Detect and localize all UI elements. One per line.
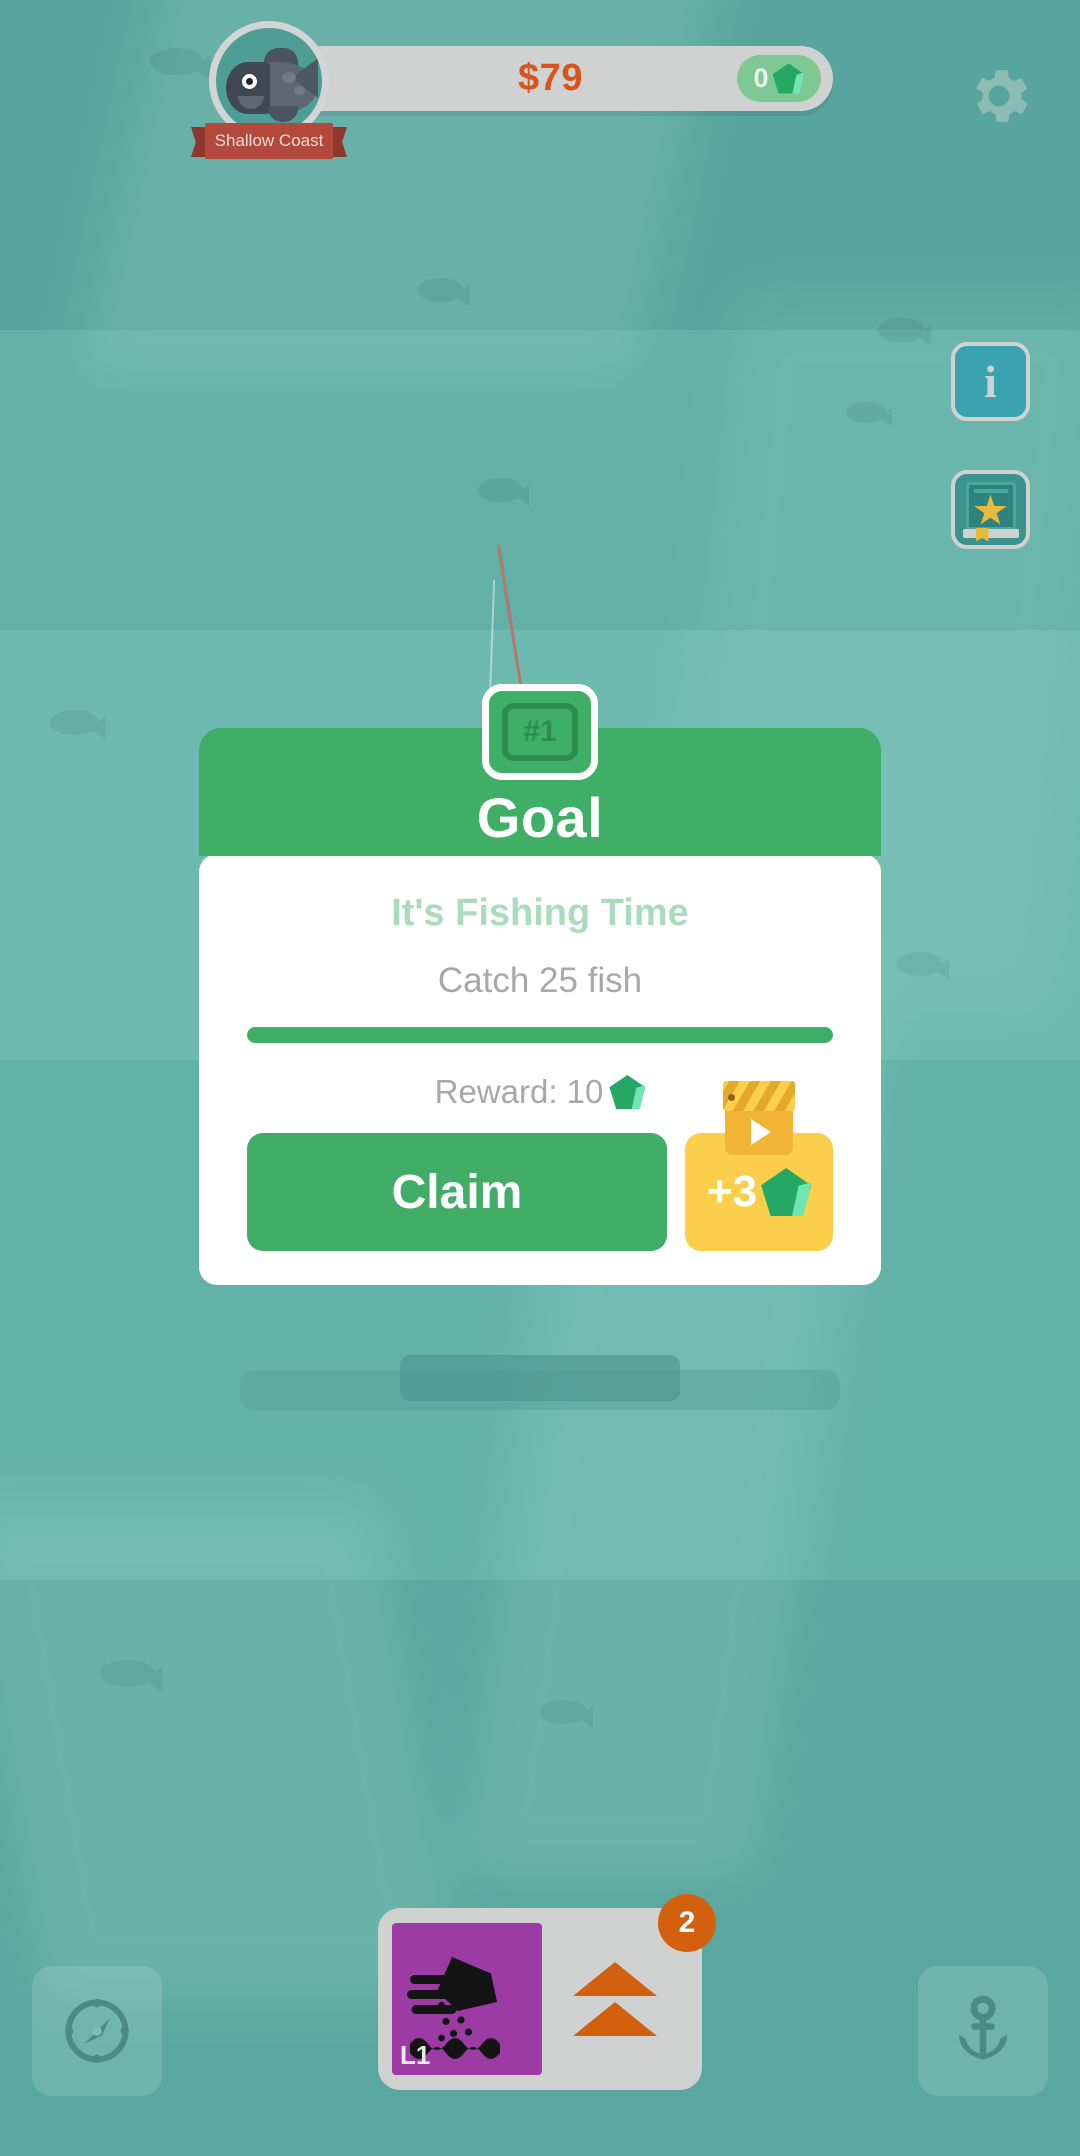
compass-icon (65, 1999, 129, 2063)
location-banner: Shallow Coast (191, 123, 347, 159)
sidebar-item-info[interactable]: i (951, 342, 1030, 421)
gear-icon[interactable] (963, 60, 1035, 132)
reward-label: Reward: 10 (434, 1073, 604, 1110)
gem-icon (772, 63, 805, 94)
gem-count: 0 (753, 63, 769, 93)
location-name: Shallow Coast (214, 131, 324, 150)
watch-ad-bonus-button[interactable]: +3 (685, 1081, 833, 1251)
quest-description: Catch 25 fish (437, 961, 643, 1000)
book-star-icon (962, 481, 1019, 542)
fish-silhouette-icon (540, 1700, 594, 1738)
goal-number-badge: #1 (482, 684, 598, 780)
anchor-button[interactable] (918, 1966, 1048, 2096)
fish-silhouette-icon (478, 478, 530, 516)
tackle-bar[interactable]: L1 2 (378, 1894, 716, 2090)
upgrade-badge-count: 2 (658, 1894, 716, 1952)
quest-name: It's Fishing Time (391, 892, 689, 934)
dialog-body: It's Fishing Time Catch 25 fish Reward: … (199, 854, 881, 1285)
claim-button[interactable]: Claim (247, 1133, 667, 1251)
fish-silhouette-icon (418, 278, 470, 316)
fish-silhouette-icon (150, 48, 211, 92)
fish-fin (268, 106, 298, 122)
top-status-bar: $79 0 (268, 46, 833, 111)
gem-icon (761, 1168, 812, 1216)
info-icon: i (984, 355, 997, 407)
dialog-header: #1 Goal (199, 684, 881, 856)
goal-number: #1 (502, 703, 578, 761)
progress-bar (247, 1027, 833, 1043)
ad-bonus-label: +3 (706, 1167, 758, 1216)
anchor-icon (958, 1995, 1008, 2060)
fish-spot (294, 86, 305, 95)
bait-level-label: L1 (400, 2040, 431, 2070)
clapperboard-play-icon (723, 1081, 795, 1157)
page-title: Goal (476, 786, 604, 849)
map-button[interactable] (32, 1966, 162, 2096)
upgrade-button[interactable] (542, 1962, 688, 2036)
sidebar-item-collection[interactable] (951, 470, 1030, 549)
fish-silhouette-icon (50, 710, 106, 750)
dialog-buttons: Claim +3 (247, 1081, 833, 1251)
game-screen: $79 0 Shallow Coast i #1 Goal It's Fishi… (0, 0, 1080, 2156)
gem-counter[interactable]: 0 (737, 55, 821, 102)
gem-icon (609, 1075, 646, 1109)
goal-dialog: #1 Goal It's Fishing Time Catch 25 fish … (199, 684, 881, 1285)
fish-silhouette-icon (846, 402, 893, 436)
fish-eye (242, 74, 257, 89)
progress-bar-fill (247, 1027, 833, 1043)
boat-deck (400, 1355, 680, 1401)
bait-card[interactable]: L1 (392, 1923, 542, 2075)
fish-silhouette-icon (100, 1660, 163, 1704)
double-chevron-up-icon (573, 1962, 657, 2036)
fish-spot (282, 72, 296, 83)
fish-silhouette-icon (878, 318, 932, 356)
fish-silhouette-icon (896, 952, 950, 990)
